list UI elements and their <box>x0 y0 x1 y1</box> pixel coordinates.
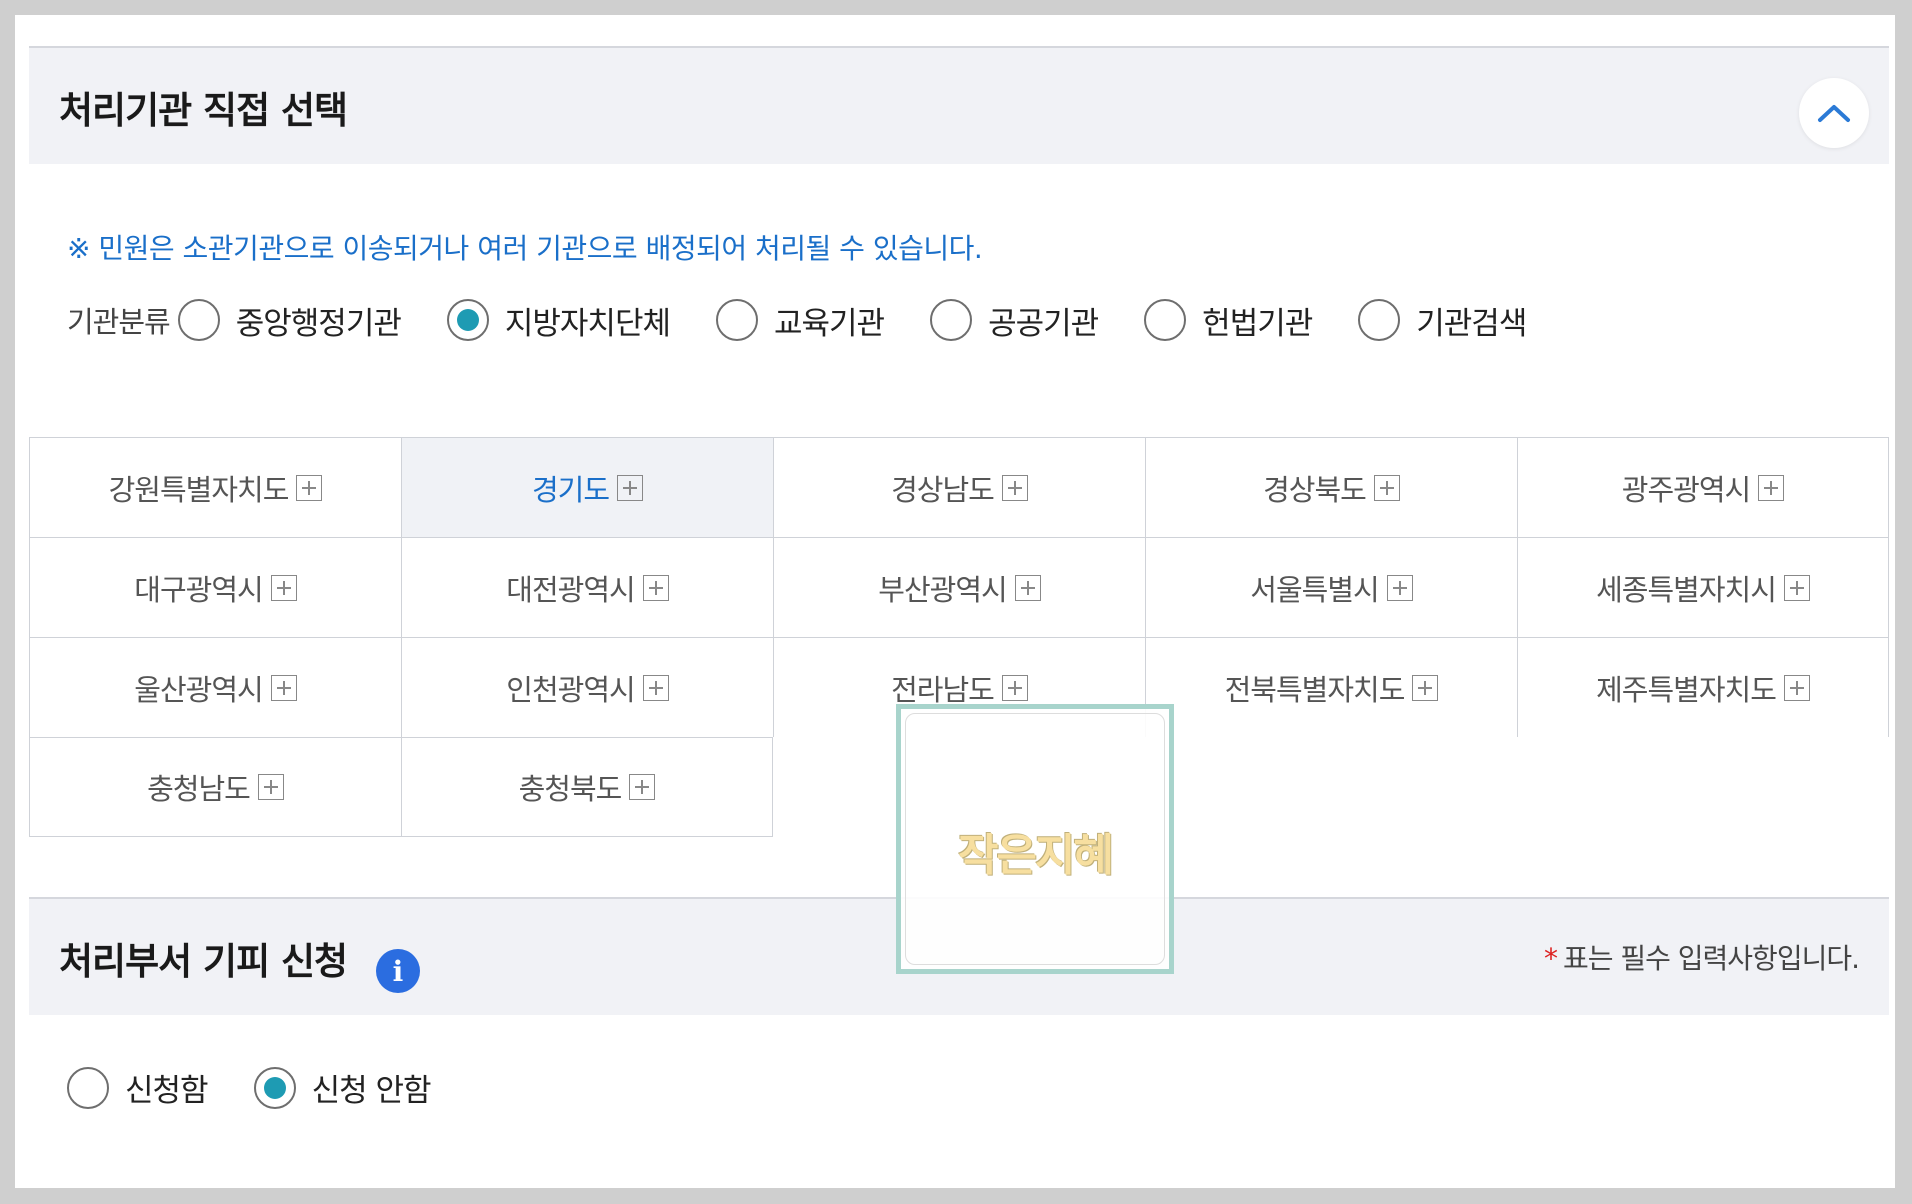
expand-plus-icon[interactable] <box>642 574 669 601</box>
info-icon[interactable]: i <box>376 949 420 993</box>
region-label: 경상북도 <box>1263 472 1367 507</box>
org-type-row: 기관분류 중앙행정기관 지방자치단체 교육기관 공공기관 헌법기관 기관검색 <box>67 295 1572 345</box>
expand-plus-icon[interactable] <box>642 674 669 701</box>
dept-avoid-label: 신청함 <box>125 1073 209 1109</box>
expand-plus-icon[interactable] <box>257 774 284 800</box>
region-cell[interactable]: 부산광역시 <box>773 537 1145 637</box>
radio-unchecked-icon[interactable] <box>177 299 220 341</box>
expand-plus-icon[interactable] <box>629 774 656 800</box>
radio-unchecked-icon[interactable] <box>715 299 758 341</box>
org-type-label: 공공기관 <box>988 305 1099 342</box>
region-cell[interactable]: 강원특별자치도 <box>29 437 401 537</box>
region-label: 울산광역시 <box>134 672 263 707</box>
org-type-label: 지방자치단체 <box>504 305 671 342</box>
region-cell[interactable]: 경상북도 <box>1145 437 1517 537</box>
radio-unchecked-icon[interactable] <box>930 299 973 341</box>
expand-plus-icon[interactable] <box>1001 474 1028 501</box>
expand-plus-icon[interactable] <box>1373 474 1400 501</box>
region-cell[interactable]: 대전광역시 <box>401 537 773 637</box>
region-cell[interactable]: 대구광역시 <box>29 537 401 637</box>
form-panel: 처리기관 직접 선택 ※ 민원은 소관기관으로 이송되거나 여러 기관으로 배정… <box>15 15 1895 1188</box>
radio-checked-icon[interactable] <box>446 299 489 341</box>
expand-plus-icon[interactable] <box>1412 674 1439 701</box>
org-type-label: 기관검색 <box>1416 305 1527 342</box>
expand-plus-icon[interactable] <box>617 474 644 501</box>
region-cell[interactable]: 제주특별자치도 <box>1517 637 1889 737</box>
dept-avoid-radio-group: 신청함 신청 안함 <box>67 1065 477 1110</box>
region-label: 경상남도 <box>891 472 995 507</box>
radio-unchecked-icon[interactable] <box>1358 299 1401 341</box>
expand-plus-icon[interactable] <box>1758 474 1785 501</box>
region-label: 충청북도 <box>518 772 623 806</box>
region-label: 부산광역시 <box>878 572 1007 607</box>
dept-avoid-option[interactable]: 신청 안함 <box>253 1065 432 1110</box>
expand-plus-icon[interactable] <box>1783 574 1810 601</box>
org-type-label: 헌법기관 <box>1202 305 1313 342</box>
region-cell[interactable]: 경상남도 <box>773 437 1145 537</box>
region-label: 대구광역시 <box>134 572 263 607</box>
chevron-up-icon <box>1818 105 1850 122</box>
expand-plus-icon[interactable] <box>1014 574 1041 601</box>
region-label: 인천광역시 <box>506 672 635 707</box>
region-label: 충청남도 <box>147 772 251 806</box>
required-note: * 표는 필수 입력사항입니다. <box>1543 937 1860 977</box>
required-note-text: 표는 필수 입력사항입니다. <box>1562 942 1860 975</box>
org-type-label: 중앙행정기관 <box>235 305 402 342</box>
org-type-option[interactable]: 공공기관 <box>930 298 1099 343</box>
expand-plus-icon[interactable] <box>1001 674 1028 701</box>
radio-unchecked-icon[interactable] <box>67 1066 109 1109</box>
region-label: 대전광역시 <box>506 572 635 607</box>
agency-select-title: 처리기관 직접 선택 <box>59 89 348 132</box>
region-label: 강원특별자치도 <box>108 472 290 507</box>
expand-plus-icon[interactable] <box>296 474 323 501</box>
region-cell[interactable]: 인천광역시 <box>401 637 773 737</box>
region-label: 세종특별자치시 <box>1596 572 1777 607</box>
radio-unchecked-icon[interactable] <box>1144 299 1187 341</box>
expand-plus-icon[interactable] <box>1386 574 1413 601</box>
org-type-label: 기관분류 <box>67 305 171 339</box>
agency-select-header: 처리기관 직접 선택 <box>29 46 1889 164</box>
watermark-overlay: 작은지혜 <box>896 704 1174 974</box>
org-type-label: 교육기관 <box>773 305 885 342</box>
dept-avoid-option[interactable]: 신청함 <box>67 1065 209 1110</box>
region-label: 경기도 <box>531 472 610 507</box>
org-type-option[interactable]: 기관검색 <box>1358 298 1527 343</box>
org-type-option[interactable]: 지방자치단체 <box>446 298 671 343</box>
region-cell[interactable]: 전북특별자치도 <box>1145 637 1517 737</box>
radio-checked-icon[interactable] <box>253 1066 296 1109</box>
collapse-button[interactable] <box>1799 78 1869 148</box>
region-label: 전라남도 <box>891 672 995 707</box>
region-cell[interactable]: 울산광역시 <box>29 637 401 737</box>
region-label: 전북특별자치도 <box>1224 672 1406 707</box>
region-cell[interactable]: 서울특별시 <box>1145 537 1517 637</box>
region-cell[interactable]: 경기도 <box>401 437 773 537</box>
org-type-option[interactable]: 중앙행정기관 <box>177 298 402 343</box>
dept-avoid-label: 신청 안함 <box>311 1073 432 1109</box>
dept-avoid-title: 처리부서 기피 신청 <box>59 940 348 983</box>
region-cell[interactable]: 충청남도 <box>29 737 401 837</box>
region-label: 제주특별자치도 <box>1596 672 1777 707</box>
expand-plus-icon[interactable] <box>270 674 297 701</box>
region-cell[interactable]: 충청북도 <box>401 737 773 837</box>
region-cell[interactable]: 세종특별자치시 <box>1517 537 1889 637</box>
expand-plus-icon[interactable] <box>270 574 297 601</box>
org-type-option[interactable]: 교육기관 <box>715 298 885 343</box>
expand-plus-icon[interactable] <box>1783 674 1810 701</box>
watermark-text: 작은지혜 <box>958 830 1114 881</box>
org-type-radio-group: 중앙행정기관 지방자치단체 교육기관 공공기관 헌법기관 기관검색 <box>177 298 1573 343</box>
org-type-option[interactable]: 헌법기관 <box>1144 298 1313 343</box>
region-cell[interactable]: 광주광역시 <box>1517 437 1889 537</box>
transfer-notice: ※ 민원은 소관기관으로 이송되거나 여러 기관으로 배정되어 처리될 수 있습… <box>67 232 983 265</box>
region-label: 서울특별시 <box>1250 572 1379 607</box>
required-star: * <box>1543 942 1558 975</box>
region-label: 광주광역시 <box>1621 472 1751 507</box>
